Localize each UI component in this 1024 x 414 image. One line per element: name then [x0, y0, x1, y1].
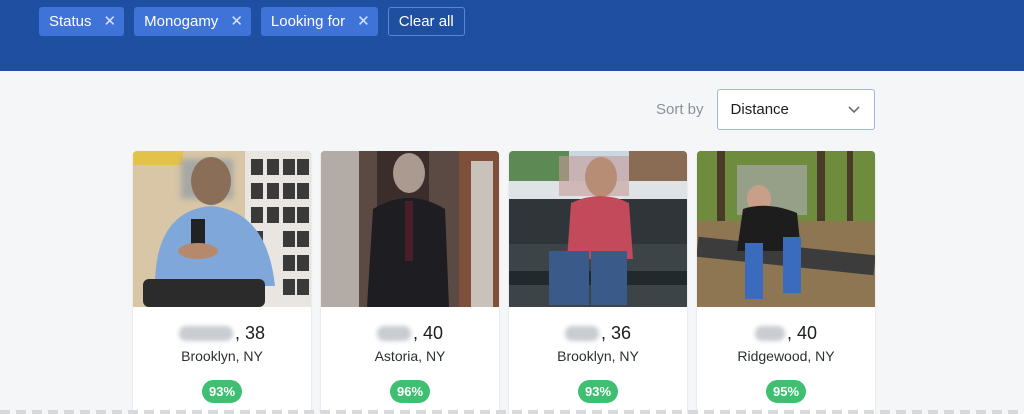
close-icon[interactable]: ✕ — [230, 14, 243, 29]
sort-control: Sort by Distance — [656, 89, 875, 130]
profile-location: Ridgewood, NY — [737, 348, 835, 364]
profile-location: Brooklyn, NY — [181, 348, 263, 364]
profile-name-age: , 38 — [133, 322, 311, 344]
profile-age: , 36 — [600, 322, 632, 343]
filter-chip-monogamy[interactable]: Monogamy ✕ — [134, 7, 251, 36]
profile-card[interactable]: , 36 Brooklyn, NY 93% — [509, 151, 687, 414]
profile-age: , 40 — [412, 322, 444, 343]
profile-location: Astoria, NY — [374, 348, 446, 364]
chevron-down-icon — [846, 102, 862, 118]
sort-label: Sort by — [656, 101, 704, 118]
profile-name-age: , 36 — [509, 322, 687, 344]
clear-all-button[interactable]: Clear all — [387, 7, 465, 36]
blurred-name — [376, 325, 411, 341]
filter-chip-label: Looking for — [270, 13, 346, 30]
profile-card[interactable]: , 40 Ridgewood, NY 95% — [697, 151, 875, 414]
filter-header: Status ✕ Monogamy ✕ Looking for ✕ Clear … — [0, 0, 1024, 71]
profile-name-age: , 40 — [697, 322, 875, 344]
filter-chip-label: Monogamy — [144, 13, 219, 30]
profile-age: , 40 — [786, 322, 818, 343]
match-badge: 93% — [201, 380, 243, 403]
filter-chip-list: Status ✕ Monogamy ✕ Looking for ✕ Clear … — [39, 7, 465, 36]
profile-photo[interactable] — [509, 151, 687, 307]
match-badge: 95% — [765, 380, 807, 403]
blurred-name — [564, 325, 599, 341]
profile-photo[interactable] — [697, 151, 875, 307]
close-icon[interactable]: ✕ — [357, 14, 370, 29]
filter-chip-status[interactable]: Status ✕ — [39, 7, 125, 36]
profile-location: Brooklyn, NY — [557, 348, 639, 364]
close-icon[interactable]: ✕ — [104, 14, 117, 29]
profile-card[interactable]: , 38 Brooklyn, NY 93% — [133, 151, 311, 414]
profile-name-age: , 40 — [321, 322, 499, 344]
match-badge: 93% — [577, 380, 619, 403]
profile-grid: , 38 Brooklyn, NY 93% , 40 Astoria, NY 9… — [133, 151, 875, 414]
blurred-name — [178, 325, 233, 341]
sort-select[interactable]: Distance — [716, 89, 875, 130]
profile-photo[interactable] — [321, 151, 499, 307]
profile-photo[interactable] — [133, 151, 311, 307]
match-badge: 96% — [389, 380, 431, 403]
sort-value: Distance — [730, 101, 789, 118]
filter-chip-label: Status — [49, 13, 92, 30]
profile-card[interactable]: , 40 Astoria, NY 96% — [321, 151, 499, 414]
profile-age: , 38 — [234, 322, 266, 343]
blurred-name — [754, 325, 785, 341]
filter-chip-looking-for[interactable]: Looking for ✕ — [260, 7, 378, 36]
page-bottom-edge — [0, 410, 1024, 414]
